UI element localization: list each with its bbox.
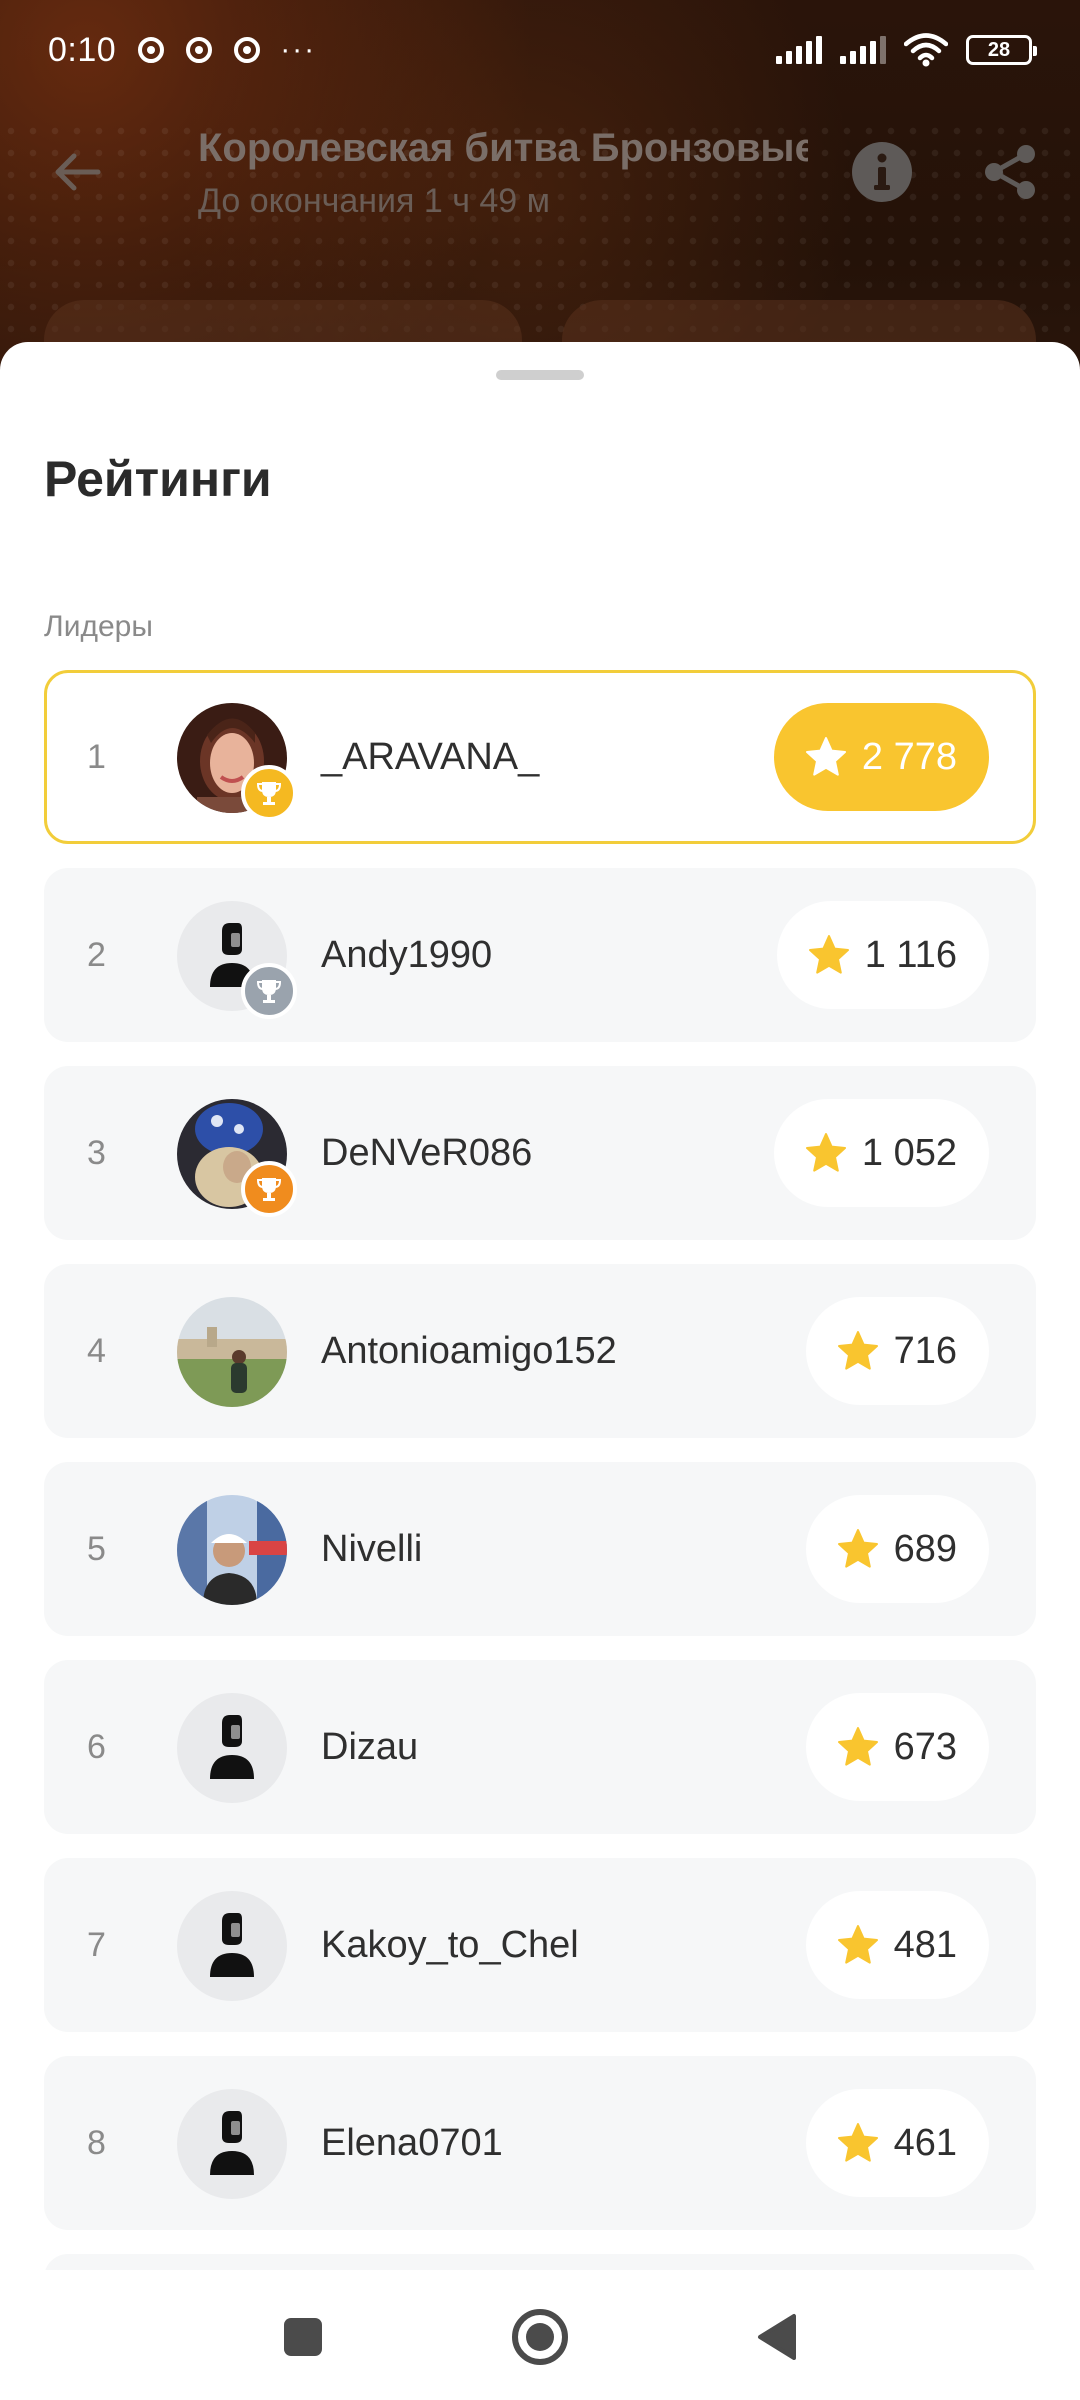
avatar[interactable]: [177, 1297, 287, 1407]
event-title: Королевская битва Бронзовые: [198, 126, 808, 170]
leaderboard-row[interactable]: 4 Antonioamigo152 716: [44, 1264, 1036, 1438]
avatar-photo: [177, 1495, 287, 1605]
star-icon: [805, 737, 846, 776]
star-icon: [808, 935, 849, 974]
info-icon[interactable]: [850, 140, 914, 204]
signal-icon: [776, 36, 822, 64]
score-badge: 481: [805, 1891, 989, 1999]
score-badge: 689: [805, 1495, 989, 1603]
section-label: Лидеры: [44, 610, 153, 643]
sheet-title: Рейтинги: [44, 451, 272, 507]
battery-level: 28: [987, 38, 1011, 61]
star-icon: [805, 1133, 846, 1172]
rank-number: 6: [87, 1727, 106, 1766]
leaderboard-row[interactable]: 6 Dizau 673: [44, 1660, 1036, 1834]
notification-icons: [138, 37, 261, 63]
avatar[interactable]: [177, 1099, 297, 1217]
score-badge: 673: [805, 1693, 989, 1801]
leaderboard-list: 1 _ARAVANA_ 2 778 2 Andy1990 1 116 3 DeN…: [44, 670, 1036, 2270]
default-avatar-icon: [177, 1693, 287, 1803]
gold-trophy-badge: [241, 765, 297, 821]
rank-number: 8: [87, 2123, 106, 2162]
signal-icon: [840, 36, 886, 64]
status-more: ···: [280, 33, 317, 66]
avatar-photo: [177, 1297, 287, 1407]
share-icon[interactable]: [978, 140, 1042, 204]
leaderboard-row[interactable]: 1 _ARAVANA_ 2 778: [44, 670, 1036, 844]
trophy-icon: [256, 1178, 282, 1201]
avatar[interactable]: [177, 703, 297, 821]
rank-number: 3: [87, 1133, 106, 1172]
rank-number: 5: [87, 1529, 106, 1568]
wifi-icon: [904, 33, 948, 67]
screen: 0:10 ··· 28 Королевская битва Бронзовые …: [0, 0, 1080, 2400]
score-badge: 461: [805, 2089, 989, 2197]
trophy-icon: [256, 980, 282, 1003]
star-icon: [837, 2123, 878, 2162]
leaderboard-row-partial[interactable]: [44, 2254, 1036, 2270]
rank-number: 1: [87, 737, 106, 776]
score-value: 481: [893, 1923, 957, 1966]
star-icon: [837, 1727, 878, 1766]
score-value: 2 778: [861, 735, 957, 778]
app-bar: Королевская битва Бронзовые До окончания…: [0, 120, 1080, 230]
username: _ARAVANA_: [321, 735, 540, 778]
leaderboard-row[interactable]: 5 Nivelli 689: [44, 1462, 1036, 1636]
status-time: 0:10: [48, 30, 117, 69]
username: Elena0701: [321, 2121, 503, 2164]
score-badge: 1 052: [773, 1099, 989, 1207]
avatar[interactable]: [177, 1495, 287, 1605]
default-avatar-icon: [177, 1891, 287, 2001]
score-badge: 1 116: [776, 901, 989, 1009]
score-value: 716: [893, 1329, 957, 1372]
leaderboard-row[interactable]: 8 Elena0701 461: [44, 2056, 1036, 2230]
chrome-icon: [138, 37, 165, 63]
event-countdown: До окончания 1 ч 49 м: [198, 182, 551, 220]
score-value: 461: [893, 2121, 957, 2164]
avatar[interactable]: [177, 2089, 287, 2199]
bronze-trophy-badge: [241, 1161, 297, 1217]
score-value: 1 116: [864, 933, 957, 976]
score-value: 689: [893, 1527, 957, 1570]
home-circle-icon[interactable]: [505, 2302, 575, 2372]
score-badge: 2 778: [773, 703, 989, 811]
trophy-icon: [256, 782, 282, 805]
back-triangle-icon[interactable]: [742, 2302, 812, 2372]
star-icon: [837, 1925, 878, 1964]
rank-number: 4: [87, 1331, 106, 1370]
rank-number: 7: [87, 1925, 106, 1964]
star-icon: [837, 1529, 878, 1568]
system-icons: 28: [776, 33, 1037, 67]
username: Antonioamigo152: [321, 1329, 617, 1372]
silver-trophy-badge: [241, 963, 297, 1019]
score-value: 673: [893, 1725, 957, 1768]
avatar[interactable]: [177, 1891, 287, 2001]
battery-icon: 28: [966, 35, 1037, 65]
score-badge: 716: [805, 1297, 989, 1405]
default-avatar-icon: [177, 2089, 287, 2199]
recents-square-icon[interactable]: [268, 2302, 338, 2372]
avatar[interactable]: [177, 1693, 287, 1803]
rank-number: 2: [87, 935, 106, 974]
chrome-icon: [234, 37, 261, 63]
chrome-icon: [186, 37, 213, 63]
ratings-sheet: Рейтинги Лидеры 1 _ARAVANA_ 2 778 2 Andy…: [0, 342, 1080, 2270]
username: Dizau: [321, 1725, 419, 1768]
status-bar: 0:10 ··· 28: [0, 0, 1080, 100]
username: Andy1990: [321, 933, 493, 976]
username: Kakoy_to_Chel: [321, 1923, 579, 1966]
username: DeNVeR086: [321, 1131, 533, 1174]
avatar[interactable]: [177, 901, 297, 1019]
username: Nivelli: [321, 1527, 423, 1570]
leaderboard-row[interactable]: 2 Andy1990 1 116: [44, 868, 1036, 1042]
leaderboard-row[interactable]: 3 DeNVeR086 1 052: [44, 1066, 1036, 1240]
star-icon: [837, 1331, 878, 1370]
back-arrow-icon[interactable]: [48, 142, 108, 202]
navigation-bar: [0, 2270, 1080, 2400]
score-value: 1 052: [861, 1131, 957, 1174]
leaderboard-row[interactable]: 7 Kakoy_to_Chel 481: [44, 1858, 1036, 2032]
sheet-drag-handle[interactable]: [496, 370, 584, 380]
